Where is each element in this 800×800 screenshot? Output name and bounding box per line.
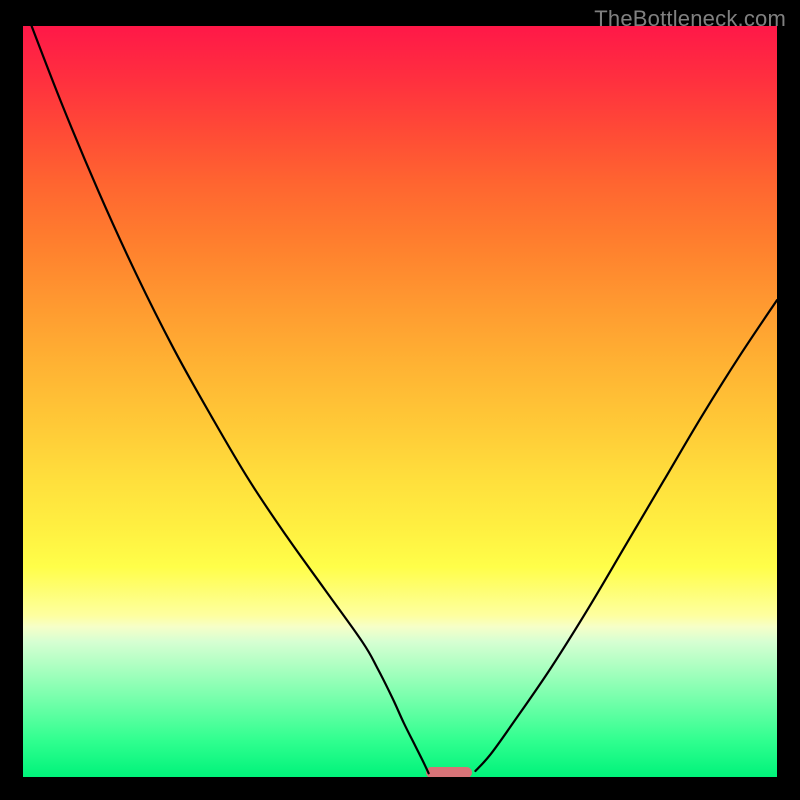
watermark-text: TheBottleneck.com bbox=[594, 6, 786, 32]
chart-frame: TheBottleneck.com bbox=[0, 0, 800, 800]
bottleneck-curve bbox=[23, 26, 777, 777]
plot-area bbox=[23, 26, 777, 777]
curve-left-branch bbox=[23, 26, 429, 773]
curve-right-branch bbox=[475, 300, 777, 771]
